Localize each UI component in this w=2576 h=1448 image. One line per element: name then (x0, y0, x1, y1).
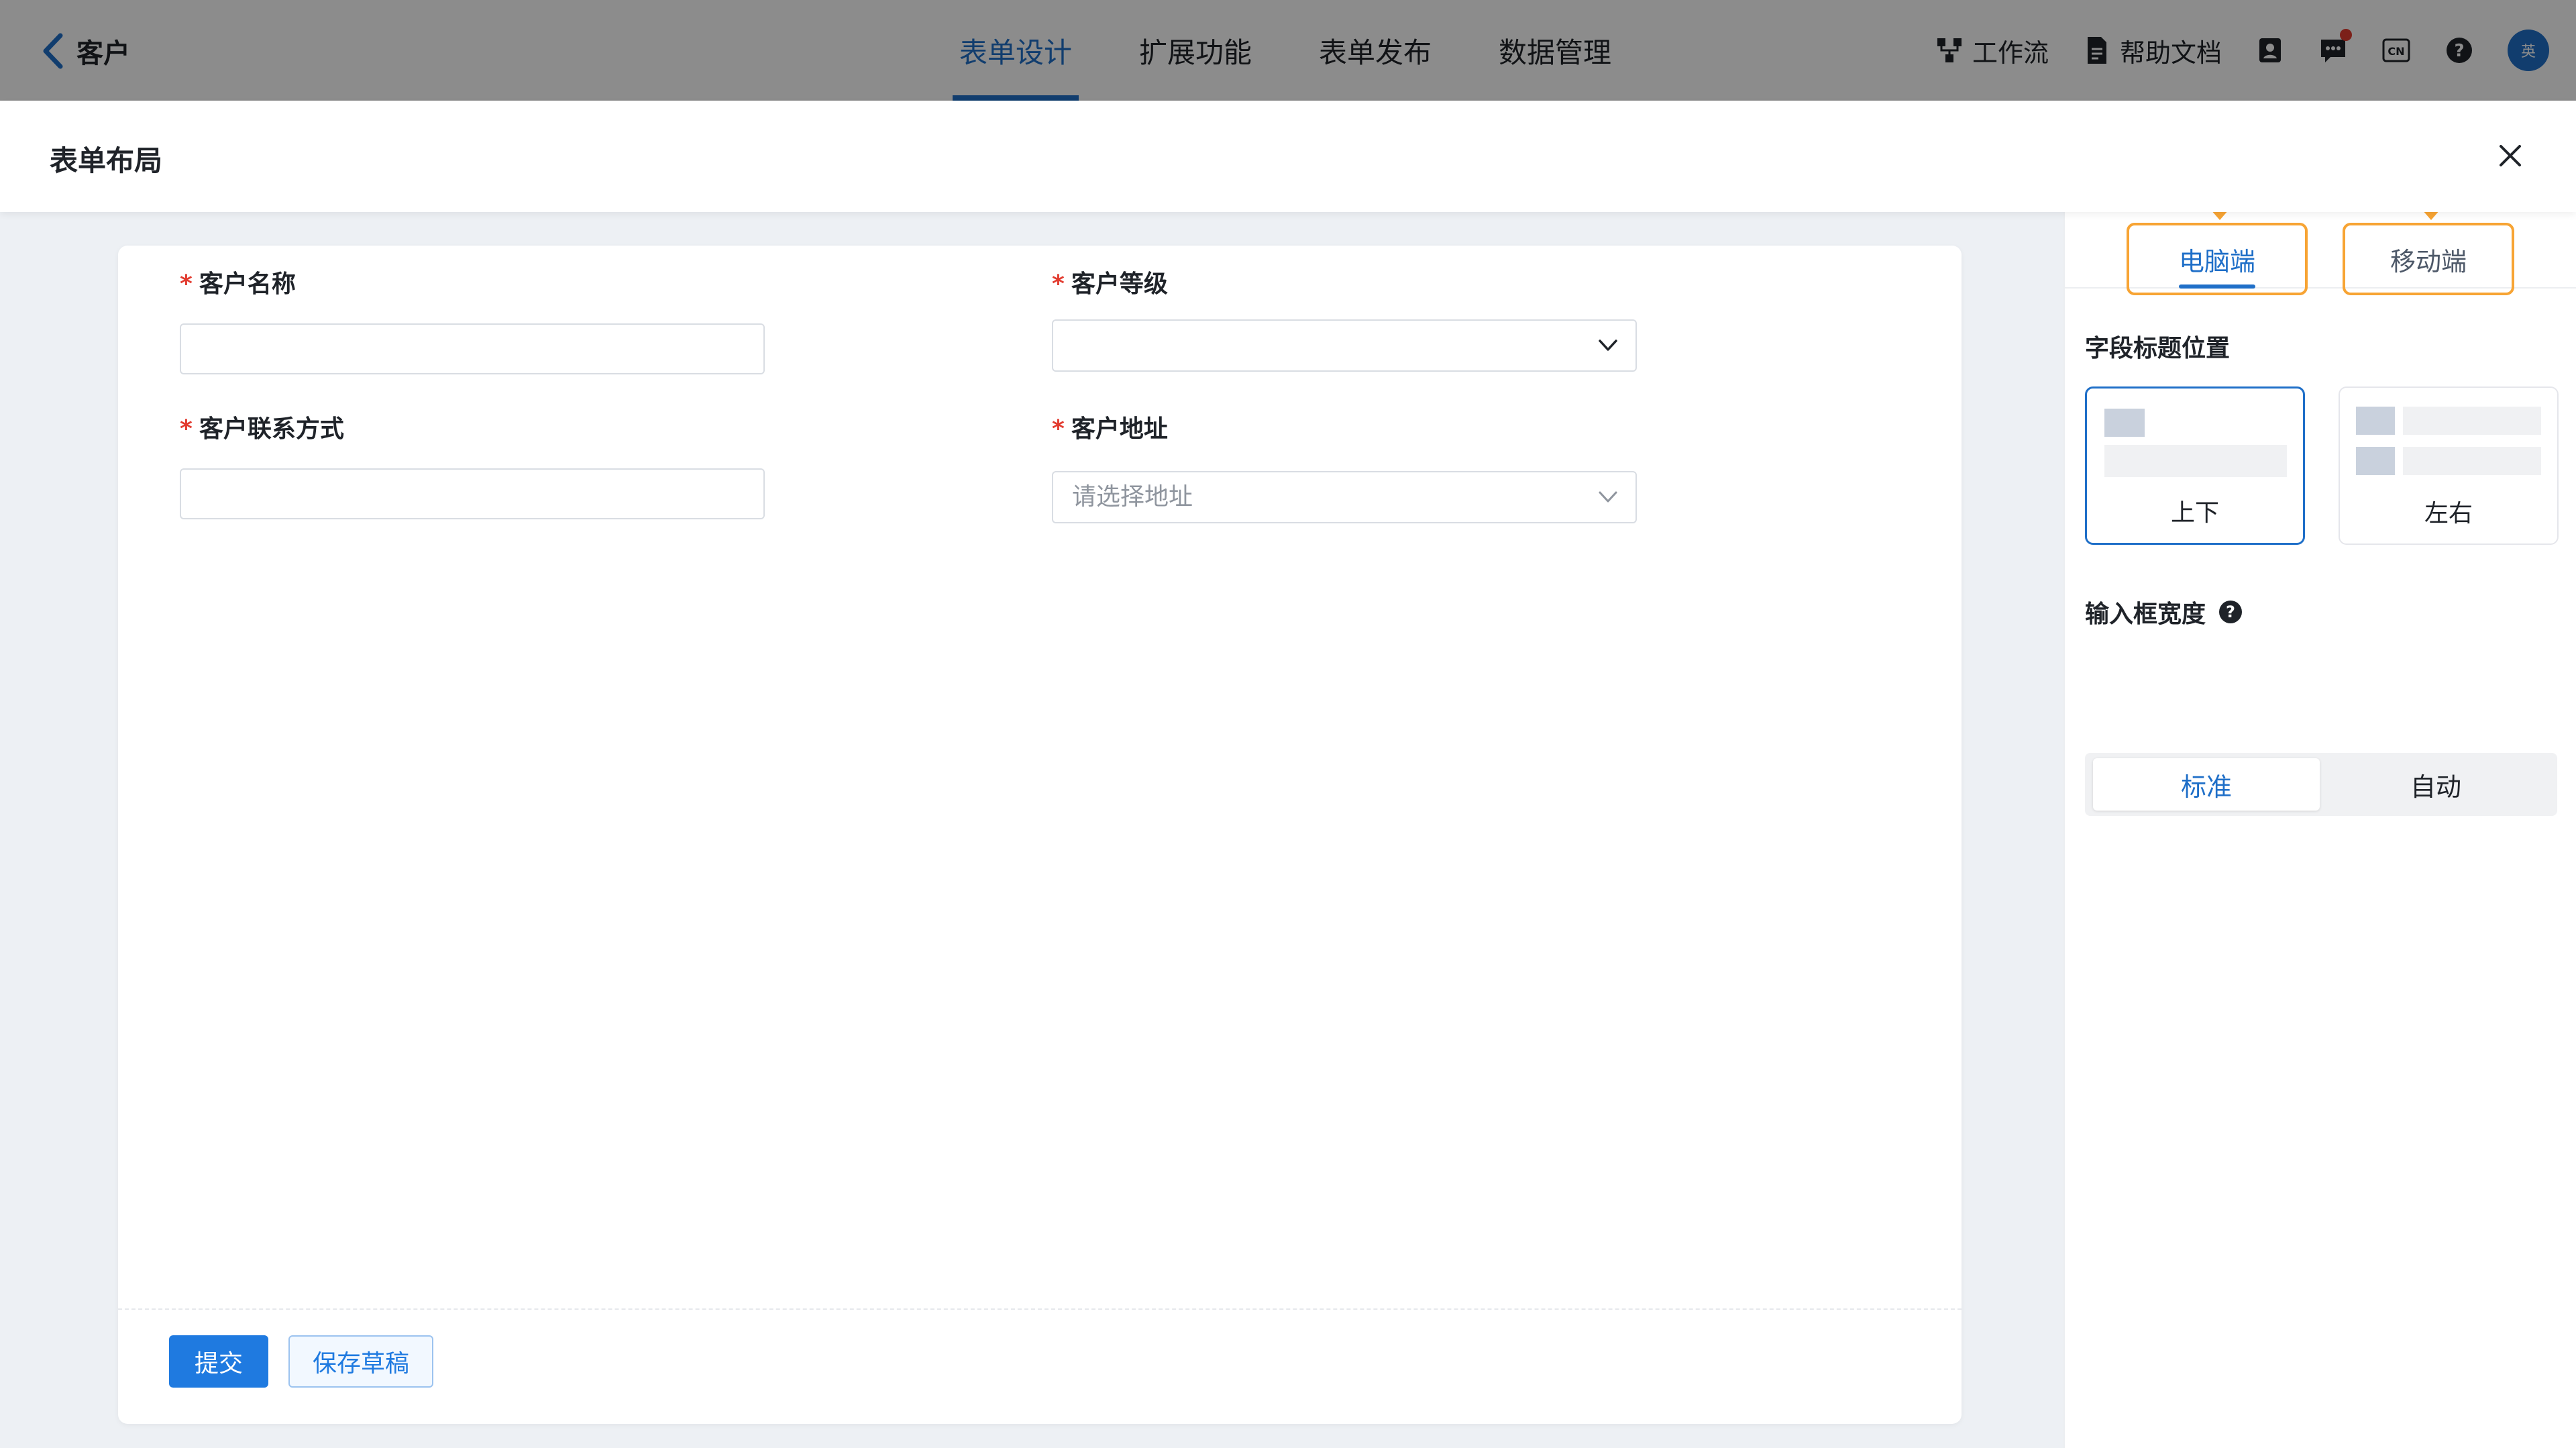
top-bar: 客户 表单设计 扩展功能 表单发布 数据管理 工作流 帮助文档 CN ? 英 (0, 0, 2576, 101)
tab-mobile[interactable]: 移动端 (2343, 160, 2514, 295)
layout-option-label: 左右 (2424, 500, 2473, 527)
device-tabs: 电脑端 移动端 (2065, 160, 2576, 295)
tab-desktop[interactable]: 电脑端 (2127, 160, 2308, 295)
field-customer-level: * 客户等级 (1052, 268, 1637, 372)
customer-name-input[interactable] (180, 323, 765, 374)
modal-overlay[interactable] (0, 0, 2576, 101)
customer-level-select[interactable] (1052, 319, 1637, 372)
field-customer-address: * 客户地址 请选择地址 (1052, 413, 1637, 523)
form-footer: 提交 保存草稿 (118, 1308, 1962, 1425)
layout-option-horizontal[interactable]: 左右 (2339, 386, 2559, 545)
close-icon (2500, 145, 2521, 166)
width-option-standard[interactable]: 标准 (2093, 758, 2320, 811)
field-label: * 客户名称 (180, 270, 296, 298)
field-label: * 客户等级 (1052, 270, 1168, 298)
address-placeholder: 请选择地址 (1072, 483, 1193, 511)
help-icon[interactable]: ? (2219, 601, 2243, 623)
label-block (2356, 447, 2395, 475)
layout-option-vertical[interactable]: 上下 (2085, 386, 2305, 545)
layout-option-label: 上下 (2170, 499, 2219, 527)
input-block (2403, 447, 2541, 475)
required-mark: * (1052, 270, 1065, 298)
input-width-toggle: 标准 自动 (2085, 753, 2557, 816)
form-preview-card: * 客户名称 * 客户等级 * 客户联系方式 * 客户地址 请选择地址 提交 保… (118, 246, 1962, 1424)
required-mark: * (180, 415, 193, 443)
save-draft-button[interactable]: 保存草稿 (288, 1335, 433, 1388)
field-label: * 客户地址 (1052, 415, 1168, 443)
layout-settings-panel: 电脑端 移动端 字段标题位置 上下 左右 输入框宽度 ? 标准 自动 (2063, 160, 2576, 1448)
label-block (2104, 409, 2145, 437)
width-option-auto[interactable]: 自动 (2322, 758, 2549, 811)
chevron-down-icon (1599, 491, 1617, 503)
field-label: * 客户联系方式 (180, 415, 344, 443)
form-preview-area: * 客户名称 * 客户等级 * 客户联系方式 * 客户地址 请选择地址 提交 保… (0, 212, 2063, 1448)
form-layout-drawer: 表单布局 * 客户名称 * 客户等级 * 客户联系方式 * 客户地址 请选择地址… (0, 101, 2576, 1448)
customer-contact-input[interactable] (180, 468, 765, 519)
input-width-title: 输入框宽度 ? (2085, 594, 2243, 629)
chevron-down-icon (1599, 340, 1617, 351)
close-button[interactable] (2490, 136, 2530, 176)
required-mark: * (1052, 415, 1065, 443)
input-block (2104, 445, 2287, 477)
label-position-title: 字段标题位置 (2085, 335, 2231, 362)
active-tab-indicator (2179, 285, 2255, 289)
required-mark: * (180, 270, 193, 298)
label-block (2356, 407, 2395, 435)
submit-button[interactable]: 提交 (169, 1335, 268, 1388)
input-block (2403, 407, 2541, 435)
field-customer-contact: * 客户联系方式 (180, 413, 765, 519)
field-customer-name: * 客户名称 (180, 268, 765, 374)
drawer-title: 表单布局 (50, 144, 163, 177)
drawer-header: 表单布局 (0, 101, 2576, 212)
customer-address-select[interactable]: 请选择地址 (1052, 471, 1637, 523)
